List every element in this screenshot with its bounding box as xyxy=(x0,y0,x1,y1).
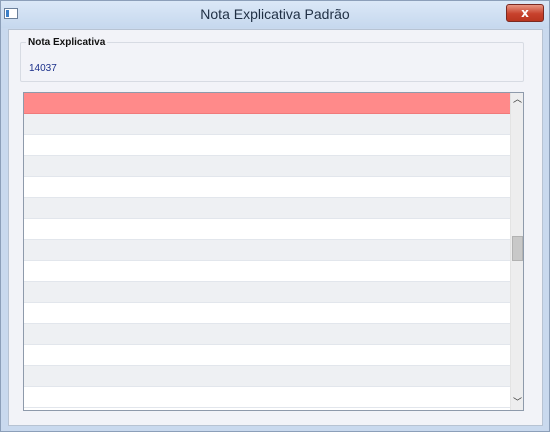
table-row[interactable] xyxy=(24,114,510,135)
nota-explicativa-group: Nota Explicativa 14037 xyxy=(20,37,524,82)
chevron-down-icon: ﹀ xyxy=(512,398,522,408)
table-row[interactable] xyxy=(24,135,510,156)
table-row[interactable] xyxy=(24,324,510,345)
table-row-selected[interactable] xyxy=(24,93,510,114)
data-grid[interactable]: ︿ ﹀ xyxy=(23,92,524,411)
table-row[interactable] xyxy=(24,177,510,198)
vertical-scrollbar[interactable]: ︿ ﹀ xyxy=(510,93,523,410)
scroll-up-button[interactable]: ︿ xyxy=(511,93,523,107)
dialog-body: Nota Explicativa 14037 ︿ ﹀ xyxy=(8,29,543,426)
scroll-thumb[interactable] xyxy=(512,236,523,261)
table-row[interactable] xyxy=(24,282,510,303)
close-icon: x xyxy=(521,6,529,20)
table-row[interactable] xyxy=(24,303,510,324)
close-button[interactable]: x xyxy=(506,4,544,22)
dialog-window: Nota Explicativa Padrão x Nota Explicati… xyxy=(0,0,550,432)
scroll-down-button[interactable]: ﹀ xyxy=(511,396,523,410)
table-row[interactable] xyxy=(24,240,510,261)
table-row[interactable] xyxy=(24,387,510,408)
chevron-up-icon: ︿ xyxy=(512,95,522,105)
grid-rows xyxy=(24,93,510,410)
nota-explicativa-value: 14037 xyxy=(29,63,57,74)
table-row[interactable] xyxy=(24,261,510,282)
table-row[interactable] xyxy=(24,366,510,387)
table-row[interactable] xyxy=(24,198,510,219)
nota-explicativa-label: Nota Explicativa xyxy=(26,37,108,48)
table-row[interactable] xyxy=(24,156,510,177)
table-row[interactable] xyxy=(24,345,510,366)
table-row[interactable] xyxy=(24,219,510,240)
title-bar[interactable]: Nota Explicativa Padrão x xyxy=(1,1,549,28)
window-title: Nota Explicativa Padrão xyxy=(200,6,350,22)
